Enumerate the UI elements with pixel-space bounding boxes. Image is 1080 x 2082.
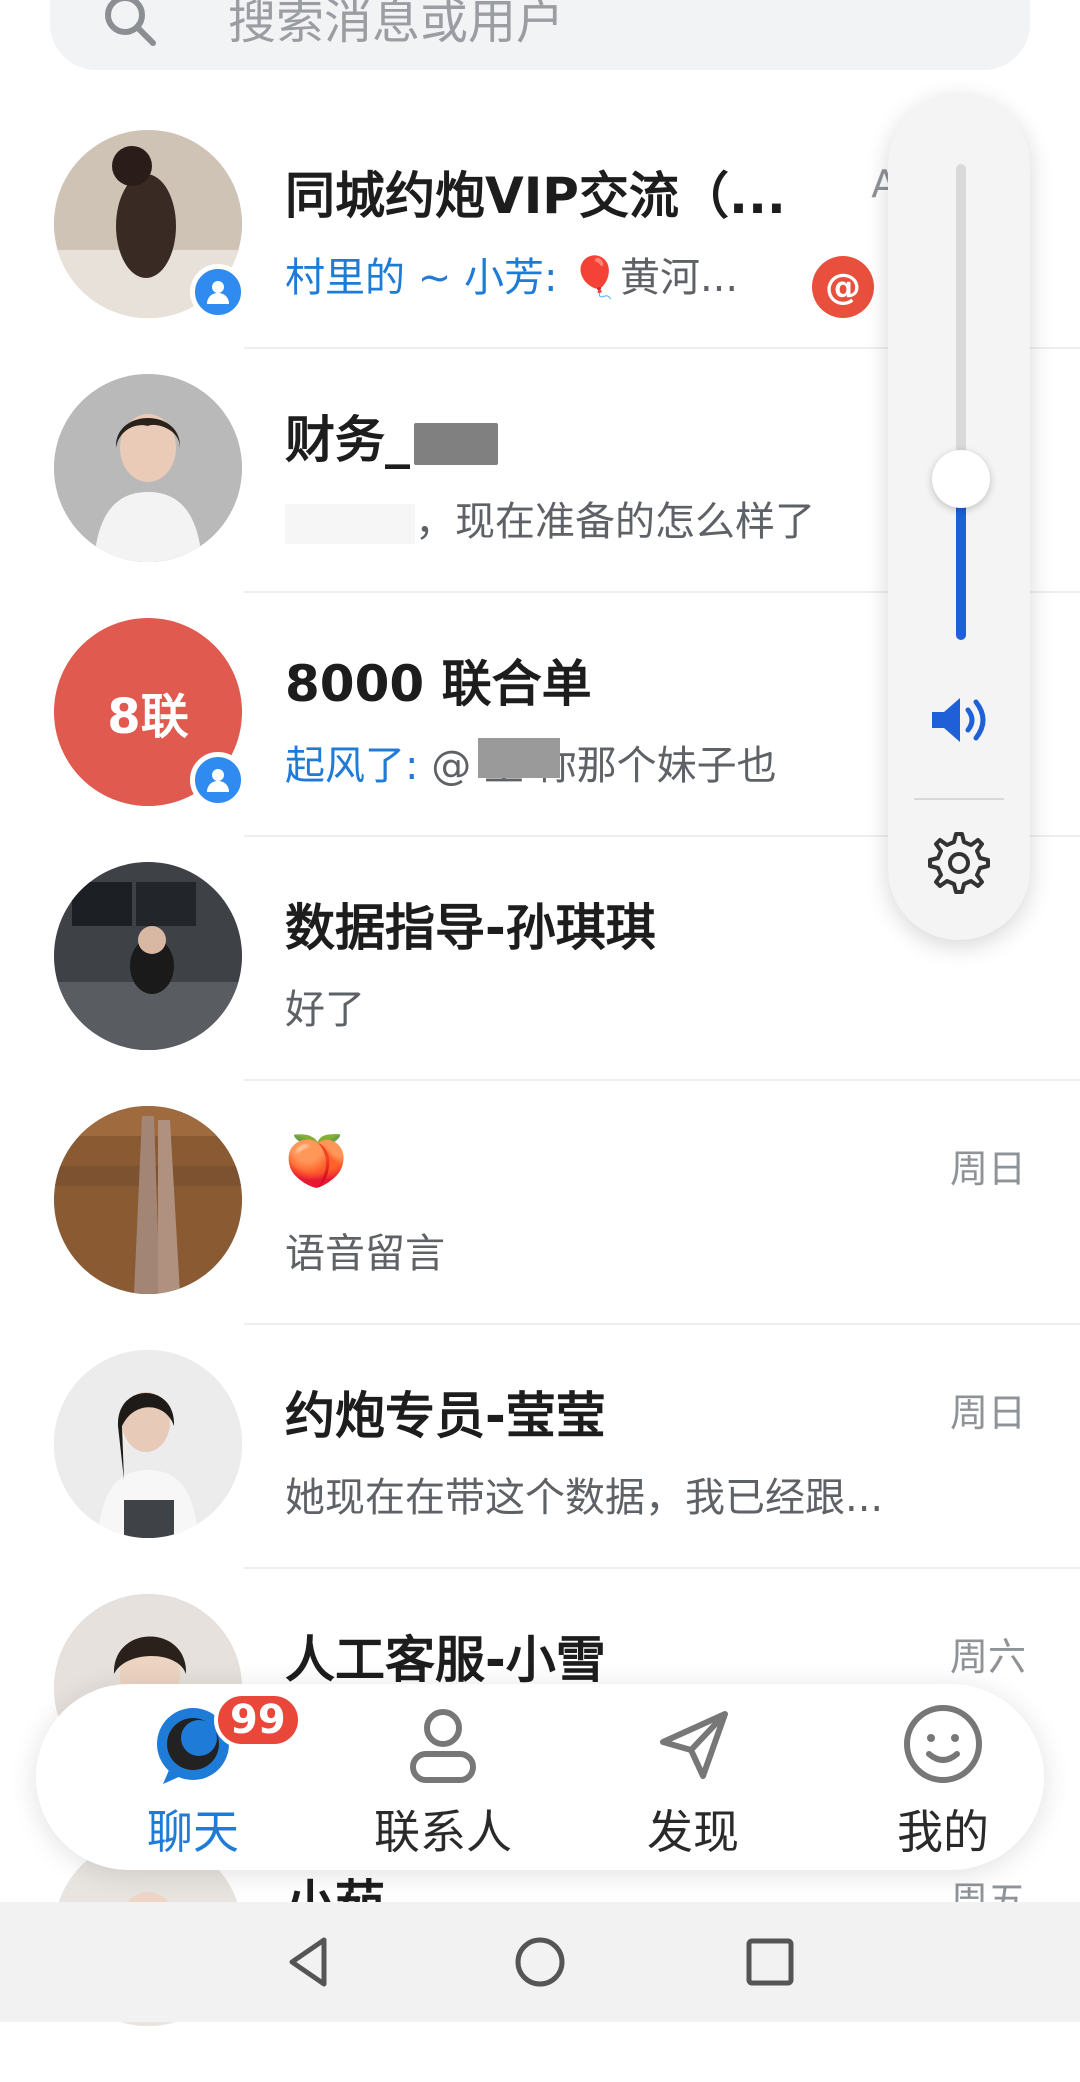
profile-icon [904,1705,982,1783]
chat-time: 周六 [949,1635,1026,1679]
chat-name: 8000 联合单 [285,655,592,713]
avatar [54,374,242,562]
chat-time: 周日 [949,1391,1026,1435]
chat-name: 数据指导-孙琪琪 [285,899,656,957]
divider [914,798,1004,800]
tab-label: 联系人 [374,1805,512,1859]
divider [244,1079,1080,1081]
chat-message: 🎈黄河... [570,255,739,301]
gear-icon[interactable] [924,828,994,898]
chat-sender: 起风了: [285,743,432,789]
tab-label: 我的 [897,1805,989,1859]
chat-preview: 村里的 ~ 小芳: 🎈黄河... [285,245,738,303]
redacted-block [478,738,560,778]
bottom-tab-bar: 99 聊天 联系人 发现 我的 [36,1684,1044,1870]
recents-icon[interactable] [740,1932,800,1992]
chat-preview: 语音留言 [285,1231,445,1277]
tab-contacts[interactable]: 联系人 [328,1684,558,1870]
chat-row[interactable]: 🍑 语音留言 周日 [0,1106,1080,1350]
chat-name: 人工客服-小雪 [285,1631,606,1689]
volume-slider-thumb[interactable] [932,450,990,508]
divider [244,1567,1080,1569]
redacted-block [414,422,498,465]
divider [244,1323,1080,1325]
back-icon[interactable] [280,1932,340,1992]
tab-chat[interactable]: 99 聊天 [78,1684,308,1870]
avatar [54,862,242,1050]
chat-message: ，现在准备的怎么样了 [415,499,815,545]
discover-icon [660,1711,728,1779]
search-bar[interactable]: 搜索消息或用户 [50,0,1030,70]
chat-preview: 好了 [285,987,365,1033]
avatar-text: 8联 [107,689,189,745]
volume-panel [888,94,1030,940]
chat-row[interactable]: 约炮专员-莹莹 她现在在带这个数据，我已经跟... 周日 [0,1350,1080,1594]
unread-count-badge: 99 [214,1692,302,1748]
tab-discover[interactable]: 发现 [578,1684,808,1870]
home-icon[interactable] [510,1932,570,1992]
avatar [54,1350,242,1538]
chat-preview: ，现在准备的怎么样了 [285,489,815,547]
tab-label: 聊天 [147,1805,239,1859]
group-icon [190,264,246,320]
chat-name: 🍑 [285,1132,348,1190]
mention-badge: @ [812,256,874,318]
search-icon [105,0,156,46]
search-input[interactable]: 搜索消息或用户 [228,0,564,52]
chat-time: 周日 [949,1147,1026,1191]
system-navigation-bar [0,1902,1080,2022]
chat-name: 约炮专员-莹莹 [285,1387,606,1445]
tab-profile[interactable]: 我的 [828,1684,1058,1870]
chat-sender: 村里的 ~ 小芳: [285,255,571,301]
speaker-icon[interactable] [928,694,992,746]
avatar [54,1106,242,1294]
chat-name: 财务_ [285,400,498,472]
chat-name: 同城约炮VIP交流（... [285,167,786,225]
redacted-block [285,504,415,544]
contacts-icon [410,1709,476,1783]
group-icon [190,752,246,808]
tab-label: 发现 [647,1805,739,1859]
chat-preview: 她现在在带这个数据，我已经跟... [285,1475,884,1521]
